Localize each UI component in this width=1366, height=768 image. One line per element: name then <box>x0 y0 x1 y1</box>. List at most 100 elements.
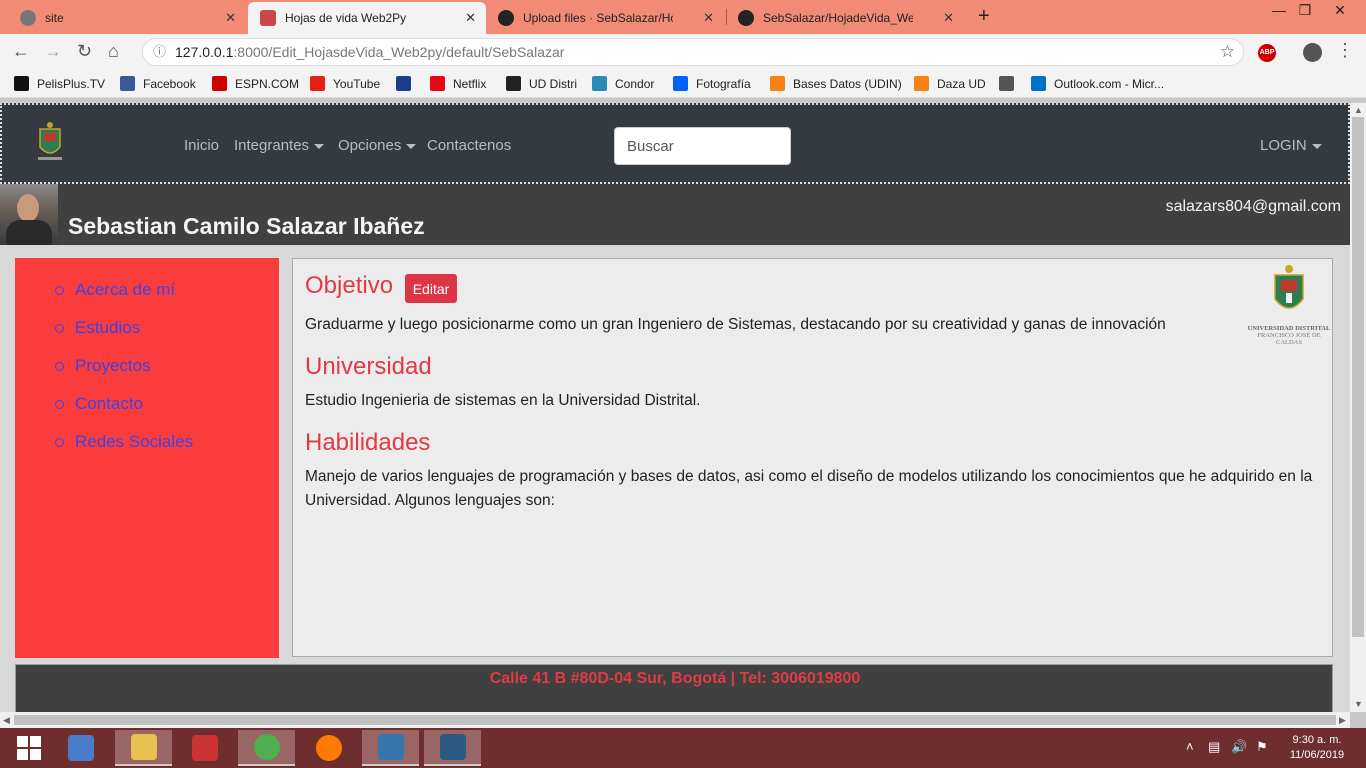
close-icon[interactable]: ✕ <box>465 10 476 26</box>
close-icon[interactable]: ✕ <box>703 10 714 26</box>
taskbar-app[interactable] <box>52 730 109 766</box>
bookmark-item[interactable]: Condor <box>592 76 654 91</box>
tab-title: site <box>45 11 64 25</box>
bookmark-label: Outlook.com - Micr... <box>1054 76 1165 91</box>
bookmark-item[interactable]: ESPN.COM <box>212 76 299 91</box>
bookmark-item[interactable]: Outlook.com - Micr... <box>1031 76 1164 91</box>
sidebar-item-proyectos[interactable]: Proyectos <box>55 356 193 394</box>
close-icon[interactable]: ✕ <box>943 10 954 26</box>
firefox-icon <box>315 735 342 761</box>
start-button[interactable] <box>0 730 57 766</box>
nav-opciones-dropdown[interactable]: Opciones <box>338 137 416 154</box>
site-favicon-icon <box>260 10 276 26</box>
bookmark-label: Bases Datos (UDIN) <box>793 76 902 91</box>
horizontal-scrollbar[interactable]: ◀ ▶ <box>0 712 1350 728</box>
scroll-up-icon[interactable]: ▲ <box>1354 105 1363 115</box>
outlook-icon <box>1031 76 1046 91</box>
bookmark-item[interactable] <box>396 76 419 91</box>
nav-integrantes-dropdown[interactable]: Integrantes <box>234 137 324 154</box>
crest-caption: UNIVERSIDAD DISTRITAL FRANCISCO JOSÉ DE … <box>1247 325 1331 346</box>
blue-site-icon <box>396 76 411 91</box>
bookmark-item[interactable]: PelisPlus.TV <box>14 76 105 91</box>
sidebar-item-acerca[interactable]: Acerca de mí <box>55 280 193 318</box>
forward-arrow-icon[interactable]: → <box>44 41 62 62</box>
login-dropdown[interactable]: LOGIN <box>1260 137 1322 154</box>
reload-icon[interactable]: ↻ <box>77 41 92 62</box>
profile-email: salazars804@gmail.com <box>1165 198 1341 215</box>
bookmark-item[interactable]: Bases Datos (UDIN) <box>770 76 902 91</box>
bookmark-item[interactable]: YouTube <box>310 76 380 91</box>
crest-caption-line2: FRANCISCO JOSÉ DE CALDAS <box>1257 332 1321 346</box>
habilidades-text: Manejo de varios lenguajes de programaci… <box>305 468 1313 509</box>
crest-caption-line1: UNIVERSIDAD DISTRITAL <box>1247 325 1331 332</box>
bookmark-item[interactable]: Daza UD <box>914 76 986 91</box>
nav-inicio[interactable]: Inicio <box>184 137 219 154</box>
restore-button[interactable]: ❐ <box>1290 2 1320 19</box>
taskbar-app[interactable] <box>238 730 295 766</box>
taskbar-app[interactable] <box>300 730 357 766</box>
tab-upload-files[interactable]: Upload files · SebSalazar/Hojade’ ✕ <box>486 2 724 34</box>
tab-github-repo[interactable]: SebSalazar/HojadeVida_Web2py ✕ <box>726 2 964 34</box>
netflix-icon <box>430 76 445 91</box>
tab-hojas-de-vida[interactable]: Hojas de vida Web2Py ✕ <box>248 2 486 34</box>
horizontal-scroll-thumb[interactable] <box>14 715 1336 725</box>
network-icon[interactable]: ▤ <box>1208 739 1220 755</box>
profile-avatar-icon[interactable] <box>1303 43 1322 62</box>
scroll-left-icon[interactable]: ◀ <box>3 715 10 726</box>
taskbar-app[interactable] <box>424 730 481 766</box>
chrome-menu-icon[interactable]: ⋮ <box>1336 40 1354 61</box>
habilidades-heading: Habilidades <box>305 429 431 456</box>
home-icon[interactable]: ⌂ <box>108 41 119 62</box>
taskbar-app[interactable] <box>362 730 419 766</box>
tab-site[interactable]: site ✕ <box>8 2 246 34</box>
action-center-icon[interactable]: ⚑ <box>1256 739 1268 755</box>
edit-button[interactable]: Editar <box>405 274 457 303</box>
moodle-icon <box>770 76 785 91</box>
sidebar-item-redes[interactable]: Redes Sociales <box>55 432 193 470</box>
university-logo-icon[interactable] <box>36 121 64 163</box>
adblock-plus-icon[interactable]: ABP <box>1258 44 1276 62</box>
system-clock[interactable]: 9:30 a. m. 11/06/2019 <box>1282 733 1352 763</box>
vertical-scroll-thumb[interactable] <box>1352 117 1364 637</box>
info-icon[interactable]: ⓘ <box>153 39 166 65</box>
bookmark-star-icon[interactable]: ☆ <box>1220 39 1235 65</box>
bookmark-item[interactable]: Facebook <box>120 76 196 91</box>
clock-date: 11/06/2019 <box>1289 749 1345 761</box>
sidebar-item-estudios[interactable]: Estudios <box>55 318 193 356</box>
university-crest-icon <box>1274 265 1304 309</box>
bookmark-label: PelisPlus.TV <box>37 76 106 91</box>
bookmark-item[interactable]: Fotografía <box>673 76 751 91</box>
sidebar-item-contacto[interactable]: Contacto <box>55 394 193 432</box>
back-arrow-icon[interactable]: ← <box>12 41 30 62</box>
vertical-scrollbar[interactable]: ▲ ▼ <box>1350 103 1366 712</box>
scroll-down-icon[interactable]: ▼ <box>1354 699 1363 709</box>
bookmark-label: ESPN.COM <box>235 76 300 91</box>
globe-icon <box>999 76 1014 91</box>
show-hidden-icons[interactable]: ˄ <box>1186 739 1194 754</box>
github-icon <box>738 10 754 26</box>
taskbar-app[interactable] <box>115 730 172 766</box>
avatar <box>0 184 58 245</box>
taskbar-app[interactable] <box>176 730 233 766</box>
window-close-button[interactable]: ✕ <box>1325 2 1355 19</box>
close-icon[interactable]: ✕ <box>225 10 236 26</box>
tab-title: Hojas de vida Web2Py <box>285 11 407 25</box>
sidebar-menu: Acerca de mí Estudios Proyectos Contacto… <box>55 280 193 470</box>
url-host: 127.0.0.1 <box>175 44 234 60</box>
scroll-right-icon[interactable]: ▶ <box>1339 715 1346 726</box>
bookmark-item[interactable] <box>999 76 1022 91</box>
bookmark-item[interactable]: Netflix <box>430 76 486 91</box>
chrome-icon <box>253 734 280 760</box>
new-tab-button[interactable]: + <box>978 5 990 28</box>
search-input[interactable] <box>614 127 791 165</box>
globe-icon <box>20 10 36 26</box>
bookmark-item[interactable]: UD Distri <box>506 76 577 91</box>
address-bar[interactable]: ⓘ 127.0.0.1:8000/Edit_HojasdeVida_Web2py… <box>142 38 1244 66</box>
nav-contactenos[interactable]: Contactenos <box>427 137 511 154</box>
tab-title: Upload files · SebSalazar/Hojade’ <box>523 11 673 25</box>
volume-icon[interactable]: 🔊 <box>1231 739 1247 755</box>
avatar-face <box>17 194 39 222</box>
youtube-icon <box>310 76 325 91</box>
site-footer: Calle 41 B #80D-04 Sur, Bogotá | Tel: 30… <box>15 664 1333 712</box>
browser-toolbar: ← → ↻ ⌂ ⓘ 127.0.0.1:8000/Edit_HojasdeVid… <box>0 34 1366 70</box>
